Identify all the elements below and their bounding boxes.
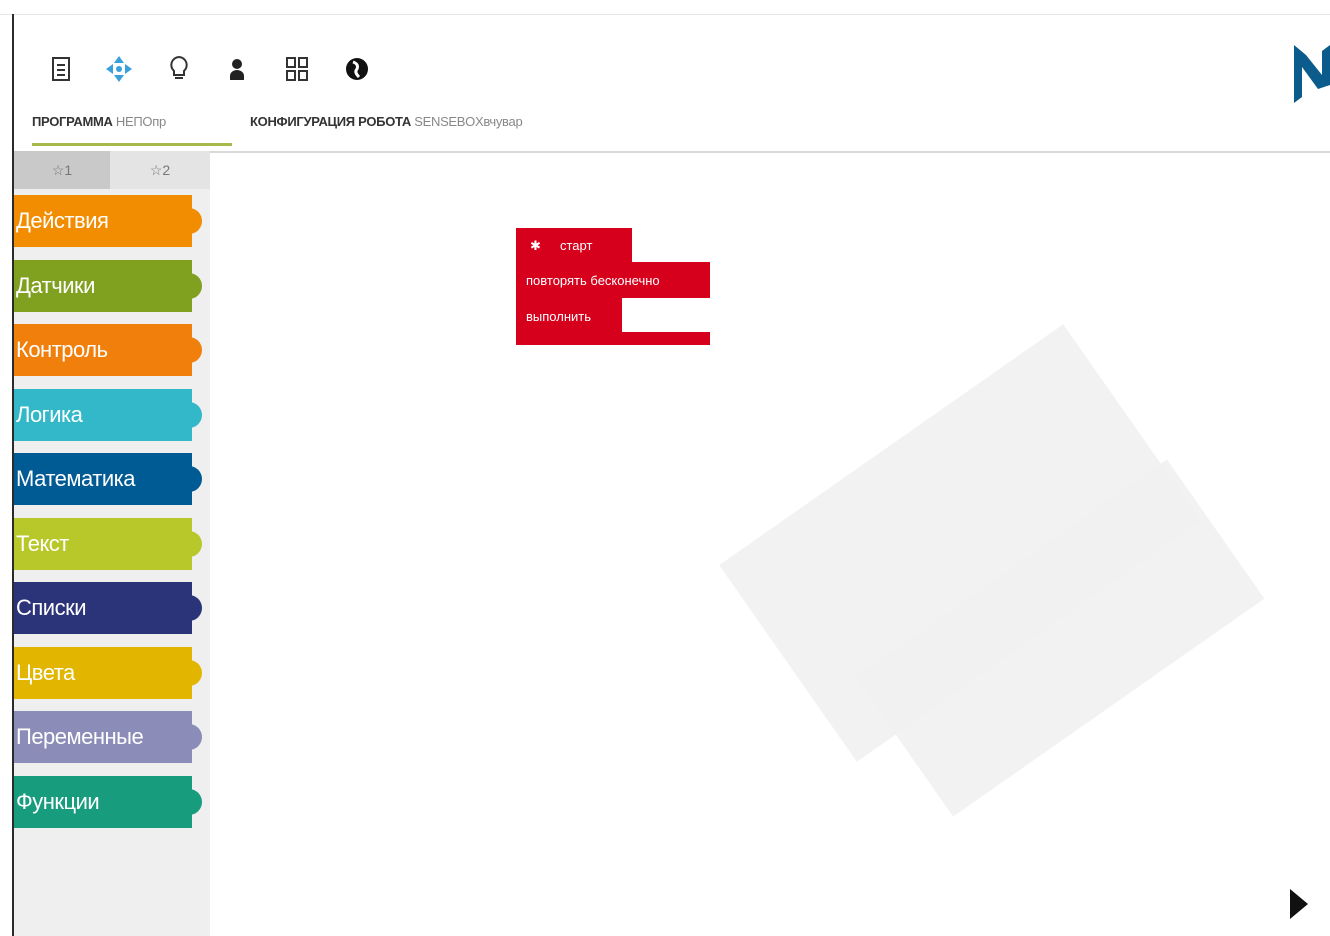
category-variables[interactable]: Переменные: [14, 711, 202, 763]
do-label: выполнить: [526, 309, 591, 324]
grid-icon[interactable]: [282, 53, 312, 85]
start-block-label: старт: [560, 238, 593, 253]
palette-level-tabs: ☆1 ☆2: [14, 151, 210, 189]
do-statement: выполнить: [516, 298, 622, 334]
category-math[interactable]: Математика: [14, 453, 202, 505]
document-icon[interactable]: [46, 53, 76, 85]
user-icon[interactable]: [222, 53, 252, 85]
category-logic[interactable]: Логика: [14, 389, 202, 441]
window-top-frame: [0, 0, 1330, 15]
tab-robot-name: SENSEBOXвчувар: [414, 114, 523, 129]
category-lists[interactable]: Списки: [14, 582, 202, 634]
category-sensors[interactable]: Датчики: [14, 260, 202, 312]
palette-tab-level-2[interactable]: ☆2: [110, 151, 210, 189]
main-toolbar: [14, 15, 1330, 103]
category-colors[interactable]: Цвета: [14, 647, 202, 699]
start-block-icon: ✱: [530, 238, 541, 253]
tab-program-name: НЕПОпр: [115, 114, 166, 129]
tab-program[interactable]: ПРОГРАММА НЕПОпр: [32, 113, 232, 146]
globe-icon[interactable]: [342, 53, 372, 85]
repeat-forever-block[interactable]: повторять бесконечно: [516, 262, 710, 298]
palette-tab-level-1[interactable]: ☆1: [14, 151, 110, 189]
category-actions[interactable]: Действия: [14, 195, 202, 247]
move-arrows-icon[interactable]: [104, 53, 134, 85]
category-text[interactable]: Текст: [14, 518, 202, 570]
category-control[interactable]: Контроль: [14, 324, 202, 376]
run-program-button[interactable]: [1287, 886, 1311, 922]
block-palette: ☆1 ☆2 Действия Датчики Контроль Логика М…: [14, 151, 210, 936]
workspace-canvas[interactable]: [210, 153, 1330, 936]
app-logo: [1294, 45, 1330, 103]
start-block[interactable]: ✱ старт: [516, 228, 632, 264]
editor-tabs: ПРОГРАММА НЕПОпр КОНФИГУРАЦИЯ РОБОТА SEN…: [14, 101, 1330, 153]
lightbulb-icon[interactable]: [164, 53, 194, 85]
tab-program-title: ПРОГРАММА: [32, 114, 113, 129]
do-statement-slot[interactable]: [622, 304, 710, 332]
repeat-forever-label: повторять бесконечно: [526, 273, 660, 288]
category-functions[interactable]: Функции: [14, 776, 202, 828]
tab-robot-title: КОНФИГУРАЦИЯ РОБОТА: [250, 114, 411, 129]
repeat-block-foot: [516, 332, 710, 345]
tab-robot-config[interactable]: КОНФИГУРАЦИЯ РОБОТА SENSEBOXвчувар: [250, 113, 523, 143]
